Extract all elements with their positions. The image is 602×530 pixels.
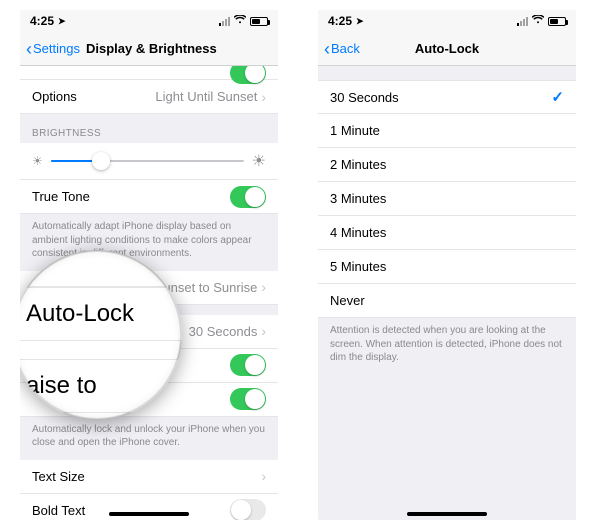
lens-raise-row: aise to — [20, 359, 182, 413]
text-size-row[interactable]: Text Size › — [20, 460, 278, 494]
status-time: 4:25 — [328, 14, 352, 28]
bold-text-row[interactable]: Bold Text — [20, 494, 278, 521]
option-label: Never — [330, 293, 365, 308]
true-tone-label: True Tone — [32, 189, 90, 204]
options-label: Options — [32, 89, 77, 104]
chevron-right-icon: › — [261, 279, 266, 295]
cover-lock-footer: Automatically lock and unlock your iPhon… — [20, 417, 278, 460]
back-label: Back — [331, 41, 360, 56]
cover-lock-toggle[interactable] — [230, 388, 266, 410]
chevron-right-icon: › — [261, 468, 266, 484]
option-label: 2 Minutes — [330, 157, 386, 172]
option-label: 1 Minute — [330, 123, 380, 138]
back-button[interactable]: ‹ Back — [324, 40, 360, 58]
lens-auto-lock-label: Auto-Lock — [26, 300, 134, 328]
option-label: 30 Seconds — [330, 90, 399, 105]
option-label: 5 Minutes — [330, 259, 386, 274]
nav-bar: ‹ Back Auto-Lock — [318, 32, 576, 66]
status-bar: 4:25 ➤ — [318, 10, 576, 32]
screenshot-display-brightness: 4:25 ➤ ‹ Settings Display & Brightness — [20, 10, 278, 520]
location-icon: ➤ — [356, 16, 364, 27]
auto-lock-value: 30 Seconds — [189, 324, 258, 339]
chevron-right-icon: › — [261, 89, 266, 105]
screenshot-auto-lock: 4:25 ➤ ‹ Back Auto-Lock 30 Seconds ✓ 1 Min… — [318, 10, 576, 520]
true-tone-row[interactable]: True Tone — [20, 180, 278, 214]
bold-text-label: Bold Text — [32, 503, 85, 518]
lens-raise-label: aise to — [26, 372, 97, 400]
comparison-canvas: 4:25 ➤ ‹ Settings Display & Brightness — [0, 0, 602, 530]
auto-lock-option[interactable]: Never — [318, 284, 576, 318]
auto-lock-options[interactable]: 30 Seconds ✓ 1 Minute 2 Minutes 3 Minutes 4 M… — [318, 66, 576, 520]
partial-row-top — [20, 66, 278, 80]
sun-low-icon: ☀︎ — [32, 154, 43, 168]
cell-signal-icon — [219, 17, 230, 26]
auto-lock-option[interactable]: 4 Minutes — [318, 216, 576, 250]
auto-lock-option[interactable]: 1 Minute — [318, 114, 576, 148]
battery-icon — [548, 17, 566, 26]
magnifier-lens: Auto-Lock aise to — [20, 250, 182, 420]
brightness-header: BRIGHTNESS — [20, 114, 278, 143]
option-label: 3 Minutes — [330, 191, 386, 206]
status-time: 4:25 — [30, 14, 54, 28]
home-indicator[interactable] — [407, 512, 487, 516]
auto-lock-option[interactable]: 30 Seconds ✓ — [318, 80, 576, 114]
page-title: Display & Brightness — [86, 41, 217, 56]
auto-lock-option[interactable]: 2 Minutes — [318, 148, 576, 182]
attention-footer: Attention is detected when you are looki… — [318, 318, 576, 375]
appearance-toggle[interactable] — [230, 66, 266, 84]
auto-lock-option[interactable]: 3 Minutes — [318, 182, 576, 216]
brightness-slider[interactable] — [51, 160, 244, 162]
checkmark-icon: ✓ — [551, 88, 564, 106]
true-tone-toggle[interactable] — [230, 186, 266, 208]
chevron-right-icon: › — [261, 323, 266, 339]
back-button-settings[interactable]: ‹ Settings — [26, 40, 80, 58]
chevron-left-icon: ‹ — [26, 40, 32, 58]
nav-bar: ‹ Settings Display & Brightness — [20, 32, 278, 66]
brightness-slider-row: ☀︎ ☀︎ — [20, 143, 278, 180]
raise-to-wake-toggle[interactable] — [230, 354, 266, 376]
home-indicator[interactable] — [109, 512, 189, 516]
location-icon: ➤ — [58, 16, 66, 27]
cell-signal-icon — [517, 17, 528, 26]
back-label: Settings — [33, 41, 80, 56]
status-bar: 4:25 ➤ — [20, 10, 278, 32]
bold-text-toggle[interactable] — [230, 499, 266, 520]
wifi-icon — [234, 15, 246, 27]
option-label: 4 Minutes — [330, 225, 386, 240]
text-size-label: Text Size — [32, 469, 85, 484]
battery-icon — [250, 17, 268, 26]
wifi-icon — [532, 15, 544, 27]
chevron-left-icon: ‹ — [324, 40, 330, 58]
options-row[interactable]: Options Light Until Sunset › — [20, 80, 278, 114]
sun-high-icon: ☀︎ — [252, 151, 266, 171]
auto-lock-option[interactable]: 5 Minutes — [318, 250, 576, 284]
lens-auto-lock-row: Auto-Lock — [20, 287, 182, 341]
options-value: Light Until Sunset — [155, 89, 257, 104]
